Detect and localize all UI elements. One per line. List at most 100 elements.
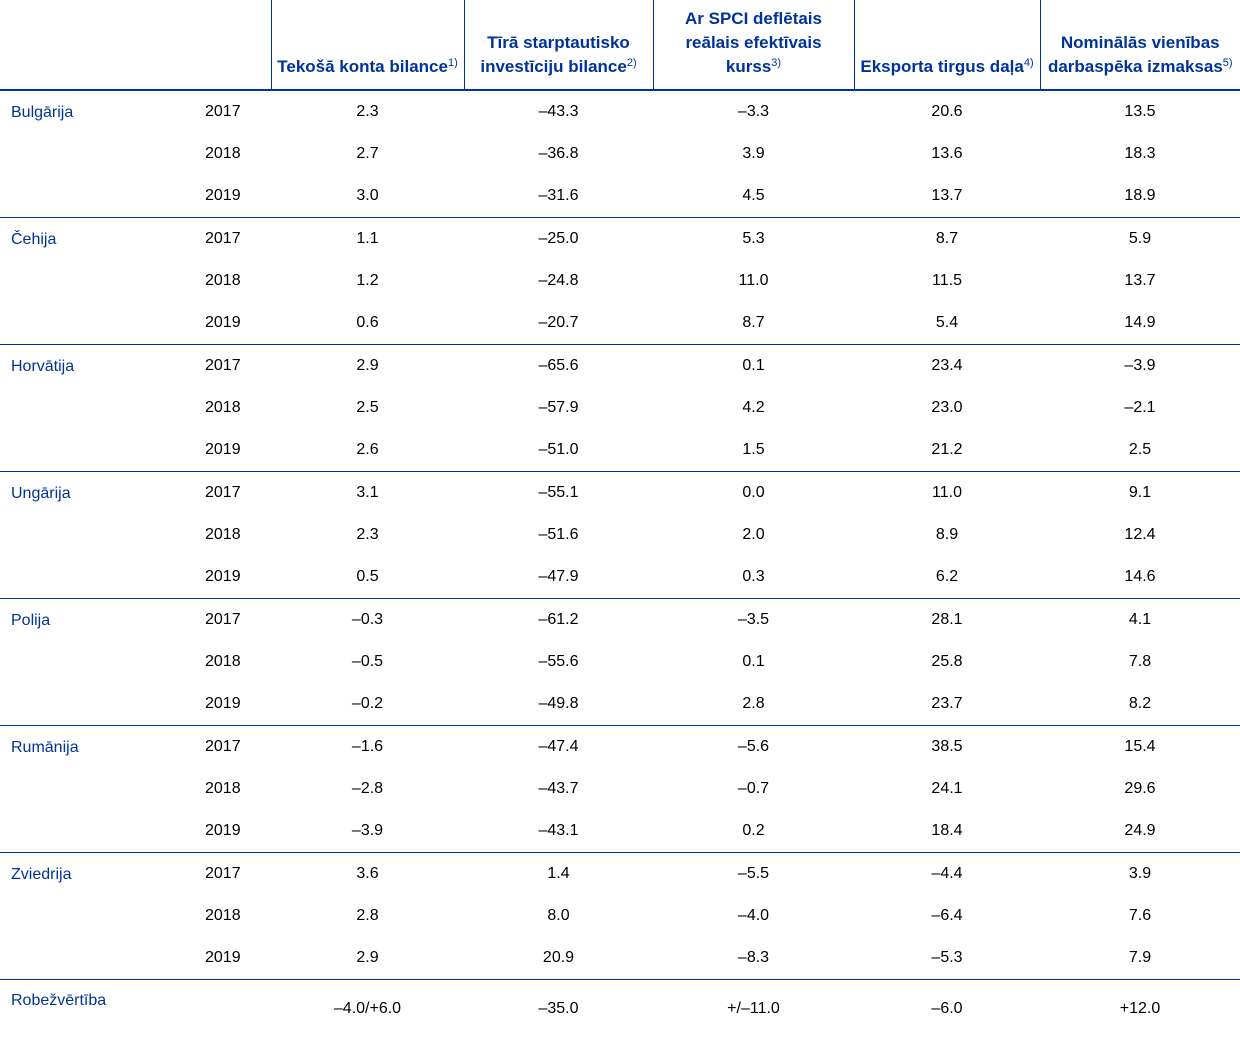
value-cell: –6.4: [854, 895, 1040, 937]
value-cell: 2.3: [271, 514, 464, 556]
country-name: Horvātija: [0, 345, 205, 472]
year-cell: 2018: [205, 641, 271, 683]
value-cell: 25.8: [854, 641, 1040, 683]
value-cell: –24.8: [464, 260, 653, 302]
value-cell: 3.9: [1040, 853, 1240, 896]
header-row: Tekošā konta bilance1) Tīrā starptautisk…: [0, 0, 1240, 90]
table-body: Bulgārija20172.3–43.3–3.320.613.520182.7…: [0, 90, 1240, 1037]
value-cell: –55.6: [464, 641, 653, 683]
year-cell: 2018: [205, 133, 271, 175]
year-cell: 2018: [205, 768, 271, 810]
year-cell: 2019: [205, 302, 271, 345]
value-cell: 3.1: [271, 472, 464, 515]
value-cell: 4.1: [1040, 599, 1240, 642]
value-cell: 7.8: [1040, 641, 1240, 683]
year-cell: 2019: [205, 810, 271, 853]
value-cell: 5.4: [854, 302, 1040, 345]
footnote-marker: 3): [771, 57, 781, 69]
value-cell: 2.9: [271, 937, 464, 980]
value-cell: –3.9: [1040, 345, 1240, 388]
year-cell: 2018: [205, 387, 271, 429]
value-cell: 13.7: [854, 175, 1040, 218]
value-cell: –0.2: [271, 683, 464, 726]
value-cell: –0.5: [271, 641, 464, 683]
value-cell: –4.0: [653, 895, 854, 937]
value-cell: 24.1: [854, 768, 1040, 810]
value-cell: 18.9: [1040, 175, 1240, 218]
year-cell: 2017: [205, 726, 271, 769]
value-cell: 8.7: [854, 218, 1040, 261]
value-cell: 6.2: [854, 556, 1040, 599]
value-cell: –51.0: [464, 429, 653, 472]
header-ulc: Nominālās vienības darbaspēka izmaksas5): [1040, 0, 1240, 90]
value-cell: 13.6: [854, 133, 1040, 175]
header-blank-country: [0, 0, 205, 90]
value-cell: 2.7: [271, 133, 464, 175]
value-cell: 0.2: [653, 810, 854, 853]
value-cell: –31.6: [464, 175, 653, 218]
value-cell: 4.5: [653, 175, 854, 218]
table-row: Zviedrija20173.61.4–5.5–4.43.9: [0, 853, 1240, 896]
value-cell: –3.3: [653, 90, 854, 133]
country-name: Čehija: [0, 218, 205, 345]
value-cell: 21.2: [854, 429, 1040, 472]
country-name: Zviedrija: [0, 853, 205, 980]
value-cell: 23.4: [854, 345, 1040, 388]
value-cell: 15.4: [1040, 726, 1240, 769]
value-cell: 38.5: [854, 726, 1040, 769]
value-cell: –43.3: [464, 90, 653, 133]
value-cell: –47.4: [464, 726, 653, 769]
header-label: Ar SPCI deflētais reālais efektīvais kur…: [685, 9, 822, 76]
table-header: Tekošā konta bilance1) Tīrā starptautisk…: [0, 0, 1240, 90]
value-cell: 11.0: [854, 472, 1040, 515]
value-cell: 29.6: [1040, 768, 1240, 810]
value-cell: –25.0: [464, 218, 653, 261]
value-cell: –49.8: [464, 683, 653, 726]
threshold-value: –35.0: [464, 980, 653, 1037]
threshold-value: –6.0: [854, 980, 1040, 1037]
value-cell: 20.9: [464, 937, 653, 980]
header-label: Nominālās vienības darbaspēka izmaksas: [1048, 33, 1223, 76]
value-cell: 0.1: [653, 345, 854, 388]
value-cell: –3.5: [653, 599, 854, 642]
year-cell: 2017: [205, 345, 271, 388]
country-name: Ungārija: [0, 472, 205, 599]
year-cell: 2017: [205, 472, 271, 515]
table-row: Rumānija2017–1.6–47.4–5.638.515.4: [0, 726, 1240, 769]
year-cell: 2017: [205, 599, 271, 642]
footnote-marker: 2): [627, 57, 637, 69]
value-cell: 0.1: [653, 641, 854, 683]
country-name: Rumānija: [0, 726, 205, 853]
value-cell: –36.8: [464, 133, 653, 175]
value-cell: –65.6: [464, 345, 653, 388]
value-cell: 2.3: [271, 90, 464, 133]
value-cell: –55.1: [464, 472, 653, 515]
value-cell: 0.3: [653, 556, 854, 599]
header-label: Eksporta tirgus daļa: [860, 57, 1023, 76]
year-cell: 2018: [205, 514, 271, 556]
threshold-label: Robežvērtība: [0, 980, 205, 1037]
value-cell: 8.7: [653, 302, 854, 345]
value-cell: –43.1: [464, 810, 653, 853]
footnote-marker: 5): [1223, 57, 1233, 69]
threshold-value: +/–11.0: [653, 980, 854, 1037]
header-label: Tekošā konta bilance: [277, 57, 448, 76]
value-cell: 11.5: [854, 260, 1040, 302]
value-cell: –43.7: [464, 768, 653, 810]
year-cell: 2018: [205, 260, 271, 302]
value-cell: –5.5: [653, 853, 854, 896]
value-cell: 20.6: [854, 90, 1040, 133]
value-cell: 12.4: [1040, 514, 1240, 556]
header-current-account: Tekošā konta bilance1): [271, 0, 464, 90]
value-cell: 23.7: [854, 683, 1040, 726]
year-cell: 2017: [205, 853, 271, 896]
value-cell: 14.6: [1040, 556, 1240, 599]
value-cell: 24.9: [1040, 810, 1240, 853]
value-cell: 3.9: [653, 133, 854, 175]
header-reer: Ar SPCI deflētais reālais efektīvais kur…: [653, 0, 854, 90]
footnote-marker: 1): [448, 57, 458, 69]
value-cell: 1.2: [271, 260, 464, 302]
value-cell: 3.6: [271, 853, 464, 896]
value-cell: 11.0: [653, 260, 854, 302]
value-cell: –61.2: [464, 599, 653, 642]
